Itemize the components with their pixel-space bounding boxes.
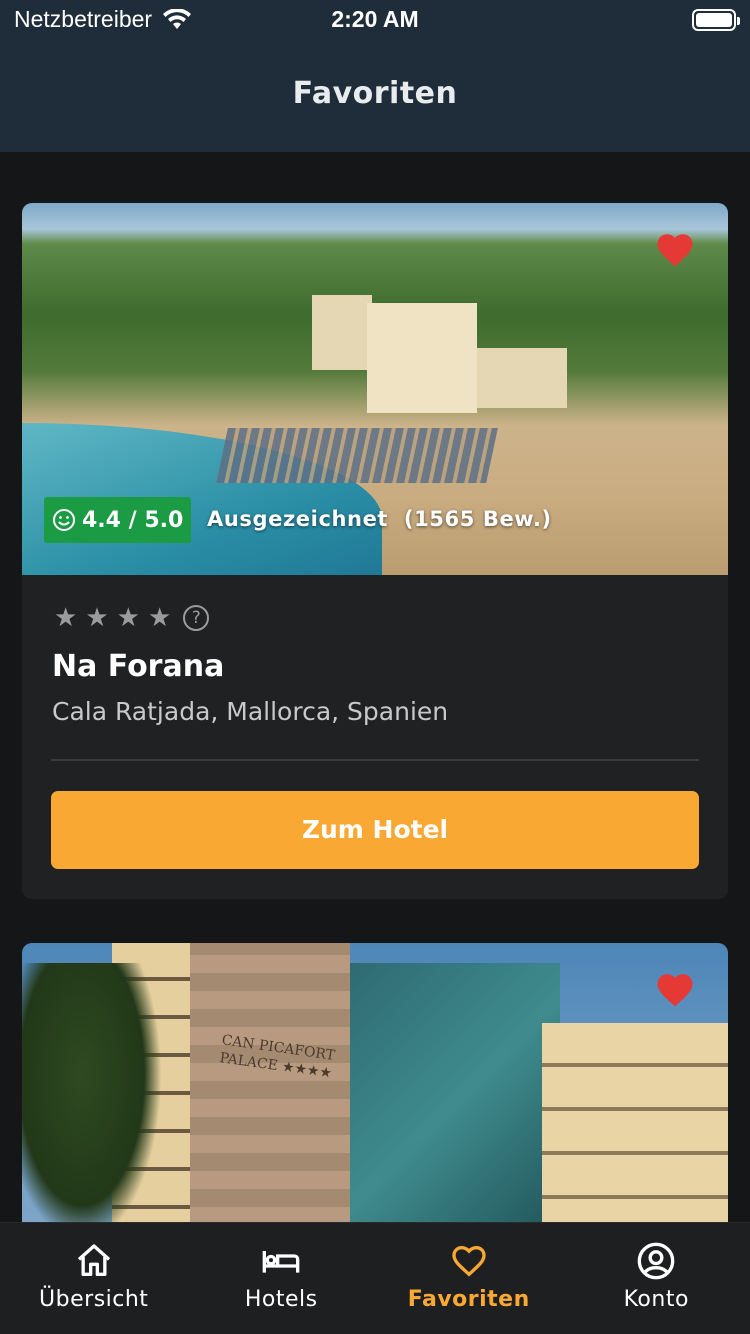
tab-hotels[interactable]: Hotels <box>188 1223 376 1334</box>
battery-icon <box>692 9 740 31</box>
tab-label: Favoriten <box>407 1287 530 1312</box>
tab-label: Hotels <box>244 1287 318 1312</box>
heart-filled-icon[interactable] <box>654 969 696 1011</box>
page-title: Favoriten <box>292 76 458 111</box>
hotel-photo[interactable]: 4.4 / 5.0 Ausgezeichnet (1565 Bew.) <box>22 203 728 575</box>
bed-icon <box>262 1251 300 1273</box>
tab-bar: Übersicht Hotels Favoriten Konto <box>0 1222 750 1334</box>
help-icon[interactable]: ? <box>183 605 210 631</box>
app-header: Netzbetreiber 2:20 AM Favoriten <box>0 0 750 152</box>
status-time: 2:20 AM <box>331 6 419 32</box>
hotel-card[interactable]: 4.4 / 5.0 Ausgezeichnet (1565 Bew.) ★ ★ … <box>22 203 728 899</box>
rating-label: Ausgezeichnet (1565 Bew.) <box>207 507 552 531</box>
home-icon <box>77 1244 110 1276</box>
rating-badge: 4.4 / 5.0 <box>44 497 192 543</box>
hotel-name[interactable]: Na Forana <box>52 649 224 684</box>
account-icon <box>637 1242 675 1280</box>
tab-label: Übersicht <box>39 1287 149 1312</box>
divider <box>51 759 699 761</box>
star-icon: ★ <box>147 603 172 633</box>
favorites-screen: Netzbetreiber 2:20 AM Favoriten 4.4 / 5.… <box>0 0 750 1334</box>
tab-overview[interactable]: Übersicht <box>0 1223 188 1334</box>
tab-favorites[interactable]: Favoriten <box>375 1223 563 1334</box>
tab-label: Konto <box>623 1287 689 1312</box>
smiley-icon <box>53 509 75 531</box>
star-icon: ★ <box>85 603 109 633</box>
hotel-location: Cala Ratjada, Mallorca, Spanien <box>52 697 449 726</box>
heart-filled-icon[interactable] <box>654 229 696 271</box>
rating-score: 4.4 / 5.0 <box>82 507 184 533</box>
tab-account[interactable]: Konto <box>563 1223 750 1334</box>
to-hotel-button[interactable]: Zum Hotel <box>51 791 699 869</box>
star-icon: ★ <box>116 603 140 633</box>
star-rating: ★ ★ ★ ★ ? <box>54 603 210 633</box>
star-icon: ★ <box>54 603 78 633</box>
status-bar: Netzbetreiber 2:20 AM <box>0 0 750 42</box>
heart-outline-icon <box>452 1245 486 1277</box>
